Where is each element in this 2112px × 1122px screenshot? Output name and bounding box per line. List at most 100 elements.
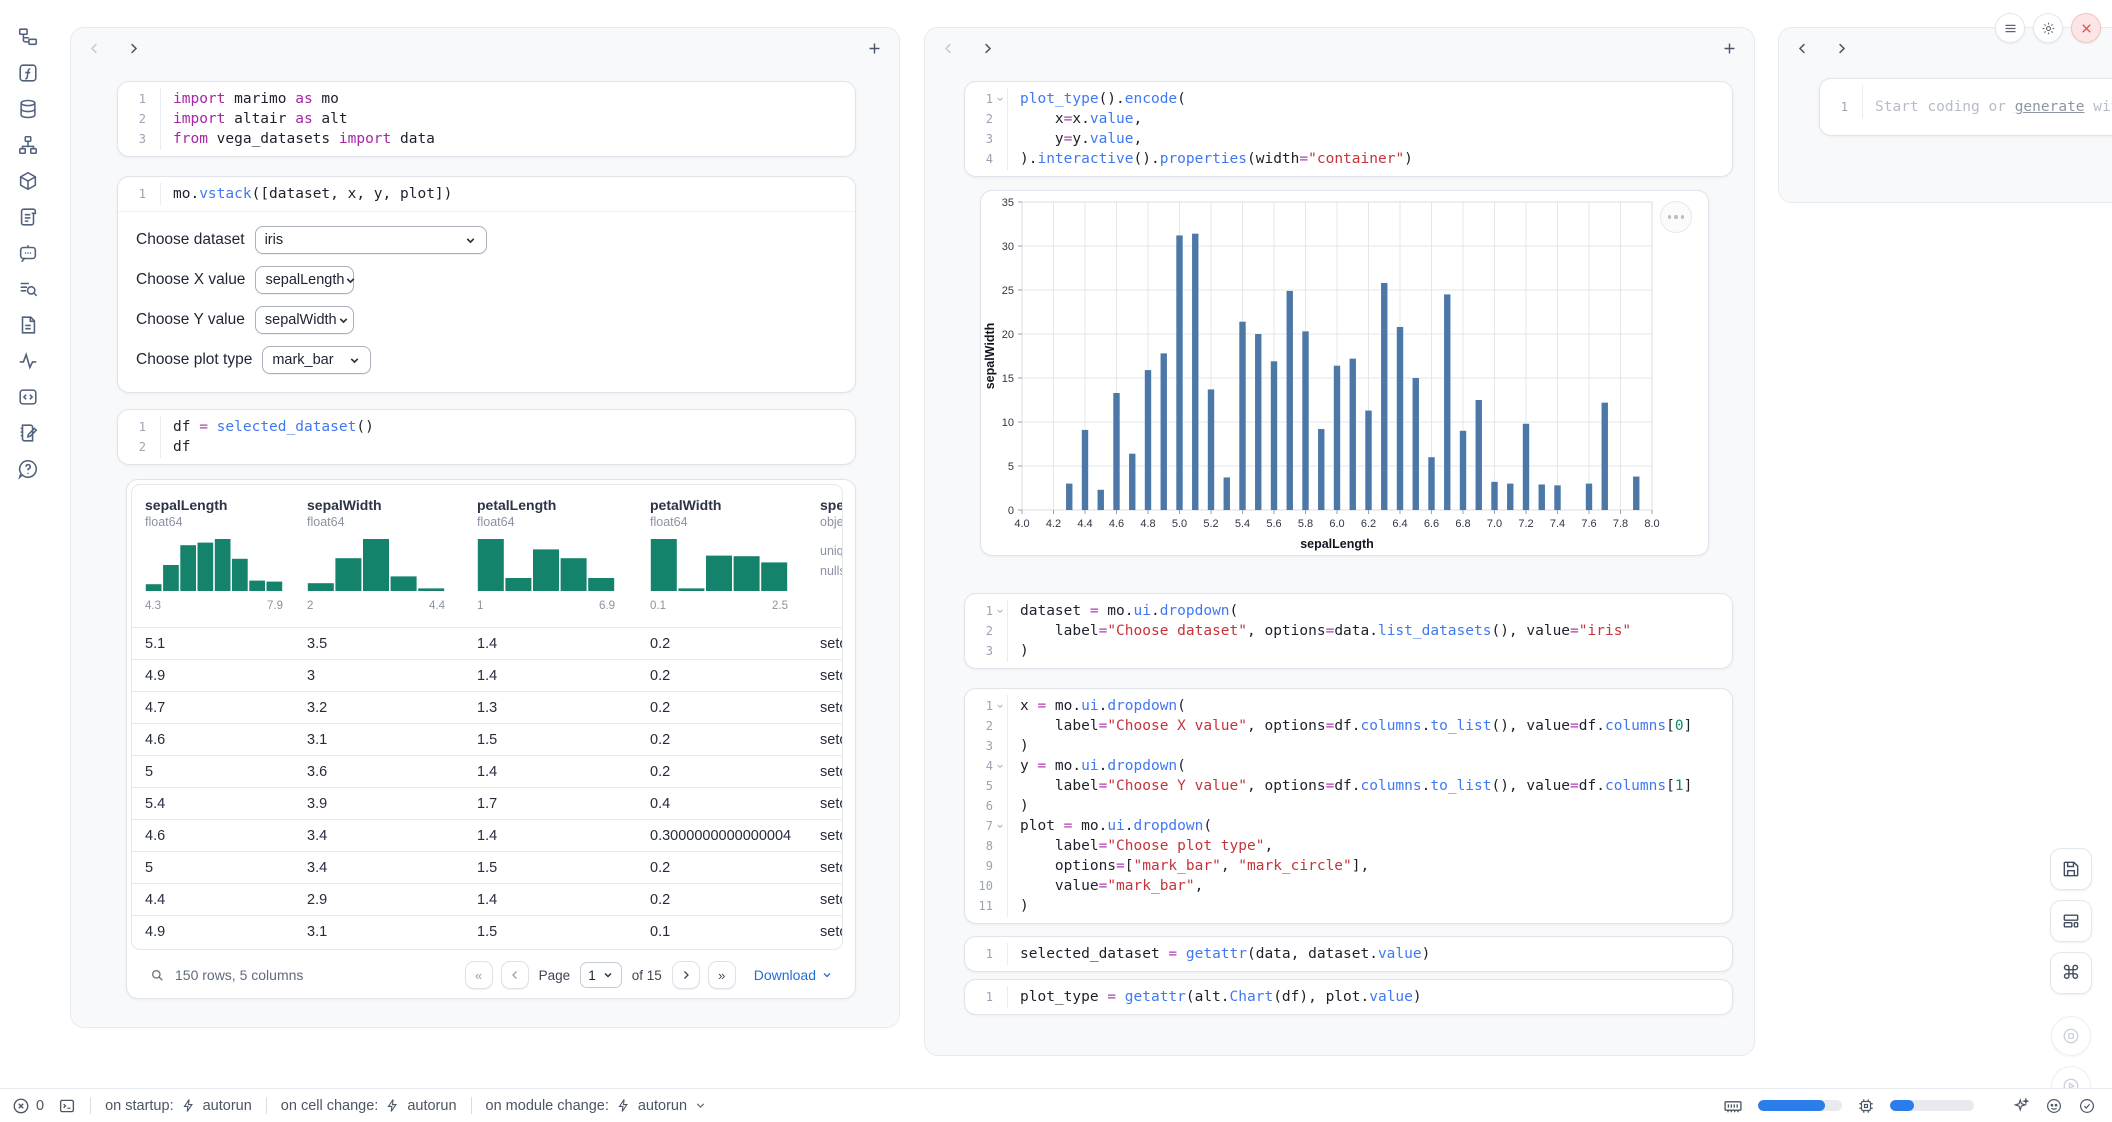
last-page-button[interactable]: » [708,961,736,989]
fold-chevron-icon[interactable] [993,816,1007,836]
table-cell: 3.2 [307,700,477,716]
dependency-graph-icon[interactable] [17,134,39,156]
tracing-icon[interactable] [17,350,39,372]
functions-icon[interactable] [17,62,39,84]
cell-xy-dropdowns[interactable]: 1x = mo.ui.dropdown(2 label="Choose X va… [964,688,1733,924]
svg-text:35: 35 [1002,197,1014,209]
chevron-left-icon[interactable] [87,41,102,56]
packages-icon[interactable] [17,170,39,192]
cell-vstack[interactable]: 1mo.vstack([dataset, x, y, plot]) Choose… [117,176,856,393]
code-text: from vega_datasets import data [160,129,435,149]
table-viewport: sepalLengthfloat644.37.9sepalWidthfloat6… [131,484,843,950]
lightning-bolt-icon [181,1098,196,1113]
fold-chevron-icon[interactable] [993,601,1007,621]
cell-plot[interactable]: 1plot_type().encode(2 x=x.value,3 y=y.va… [964,81,1733,177]
first-page-button[interactable]: « [465,961,493,989]
cell-plot-type[interactable]: 1plot_type = getattr(alt.Chart(df), plot… [964,979,1733,1015]
snippets-icon[interactable] [17,386,39,408]
table-cell: 3.1 [307,732,477,748]
panel-header-middle [925,28,1754,68]
dropdown-select[interactable]: sepalWidth [255,306,354,334]
cell-dataset-dropdown[interactable]: 1dataset = mo.ui.dropdown(2 label="Choos… [964,593,1733,669]
svg-text:6.8: 6.8 [1455,518,1470,530]
fold-chevron-icon[interactable] [993,696,1007,716]
dropdown-select[interactable]: mark_bar [262,346,371,374]
runtime-config-2[interactable]: on module change:autorun [486,1098,708,1114]
layout-button[interactable] [2050,900,2092,942]
histogram-range: 4.37.9 [145,600,283,612]
next-page-button[interactable] [672,961,700,989]
help-icon[interactable] [17,458,39,480]
table-row: 4.63.41.40.3000000000000004setosa [132,819,842,851]
cell-df[interactable]: 1df = selected_dataset()2df [117,409,856,465]
svg-text:30: 30 [1002,241,1014,253]
table-cell: 1.7 [477,796,650,812]
cell-empty[interactable]: 1Start coding or generate with [1819,78,2112,136]
column-panel-middle: 1plot_type().encode(2 x=x.value,3 y=y.va… [924,27,1755,1056]
chevron-left-icon[interactable] [1795,41,1810,56]
table-column-header[interactable]: petalLengthfloat6416.9 [477,497,650,627]
scripts-icon[interactable] [17,206,39,228]
stop-button[interactable] [2051,1016,2091,1056]
close-button[interactable] [2071,13,2101,43]
database-icon[interactable] [17,98,39,120]
terminal-icon[interactable] [58,1097,76,1115]
fold-chevron-icon[interactable] [993,89,1007,109]
scratchpad-icon[interactable] [17,422,39,444]
add-cell-icon[interactable] [866,40,883,57]
bar-chart[interactable]: 4.04.24.44.64.85.05.25.45.65.86.06.26.46… [981,191,1710,557]
line-number: 1 [118,89,146,109]
logs-icon[interactable] [17,278,39,300]
fold-gutter [993,641,1007,661]
svg-text:6.4: 6.4 [1392,518,1407,530]
settings-gear-button[interactable] [2033,13,2063,43]
chevron-right-icon[interactable] [126,41,141,56]
svg-text:5.0: 5.0 [1172,518,1187,530]
download-button[interactable]: Download [754,967,833,983]
menu-button[interactable] [1995,13,2025,43]
dropdown-select[interactable]: iris [255,226,487,254]
line-number: 3 [965,736,993,756]
runtime-config-1[interactable]: on cell change:autorun [281,1098,457,1114]
chevron-left-icon[interactable] [941,41,956,56]
save-button[interactable] [2050,848,2092,890]
prev-page-button[interactable] [501,961,529,989]
ai-sparkles-button[interactable] [2012,1097,2030,1115]
status-divider [266,1097,267,1114]
table-cell: 2.9 [307,892,477,908]
file-tree-icon[interactable] [17,26,39,48]
copilot-button[interactable] [2045,1097,2063,1115]
connection-status-button[interactable] [2078,1097,2096,1115]
cell-selected-dataset[interactable]: 1selected_dataset = getattr(data, datase… [964,936,1733,972]
dropdown-row: Choose X valuesepalLength [136,264,837,296]
chart-menu-button[interactable] [1660,201,1692,233]
table-column-header[interactable]: sepalLengthfloat644.37.9 [145,497,307,627]
runtime-config-0[interactable]: on startup:autorun [105,1098,252,1114]
chevron-down-icon [464,234,477,247]
error-count[interactable]: 0 [12,1097,44,1115]
table-cell: 0.2 [650,732,820,748]
code-text: Start coding or generate with [1862,97,2112,117]
code-line: 1Start coding or generate with [1820,97,2112,117]
lightning-bolt-icon [385,1098,400,1113]
page-select[interactable]: 1 [580,962,622,988]
search-icon[interactable] [149,967,165,983]
ai-chat-icon[interactable] [17,242,39,264]
add-cell-icon[interactable] [1721,40,1738,57]
generate-link[interactable]: generate [2015,99,2085,115]
table-column-header[interactable]: speciesobjectunique:nulls: [820,497,843,627]
fold-chevron-icon[interactable] [993,756,1007,776]
code-text: x=x.value, [1007,109,1142,129]
cell-imports[interactable]: 1import marimo as mo2import altair as al… [117,81,856,157]
table-cell: 0.4 [650,796,820,812]
code-text: ).interactive().properties(width="contai… [1007,149,1413,169]
table-column-header[interactable]: petalWidthfloat640.12.5 [650,497,820,627]
table-column-header[interactable]: sepalWidthfloat6424.4 [307,497,477,627]
dropdown-select[interactable]: sepalLength [255,266,354,294]
code-line: 2 x=x.value, [965,109,1732,129]
keyboard-shortcuts-button[interactable]: ⌘ [2050,952,2092,994]
chevron-right-icon[interactable] [1834,41,1849,56]
documentation-icon[interactable] [17,314,39,336]
table-cell: setosa [820,700,843,716]
chevron-right-icon[interactable] [980,41,995,56]
